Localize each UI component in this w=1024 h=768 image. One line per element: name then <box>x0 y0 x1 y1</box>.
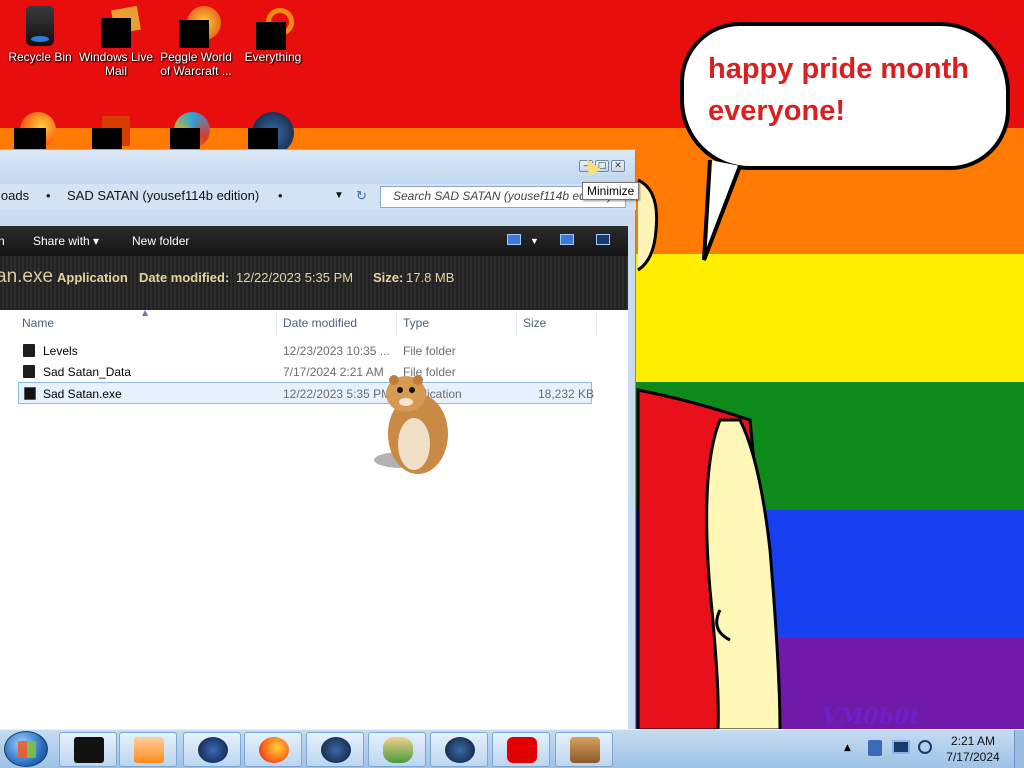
recycle-bin-icon <box>23 6 57 46</box>
date-modified-label: Date modified: <box>139 270 230 285</box>
breadcrumb-downloads[interactable]: loads <box>0 188 29 203</box>
preview-pane-icon[interactable] <box>560 234 574 245</box>
taskbar-button-baldi[interactable] <box>368 732 426 767</box>
command-toolbar: n Share with ▾ New folder ▼ <box>0 226 628 256</box>
taskbar-button-hamster[interactable] <box>555 732 613 767</box>
file-row-sad-satan-data[interactable]: Sad Satan_Data 7/17/2024 2:21 AM File fo… <box>18 361 592 383</box>
show-hidden-icons-icon[interactable]: ▲ <box>844 743 851 753</box>
tray-volume-icon[interactable] <box>918 740 932 754</box>
column-header-name[interactable]: Name <box>22 316 54 330</box>
selected-file-name: an.exe <box>0 266 54 287</box>
file-name: Levels <box>43 344 78 358</box>
desktop-icon-browser[interactable] <box>170 112 214 152</box>
windows-live-mail-icon <box>99 5 141 48</box>
column-header-date[interactable]: Date modified <box>283 316 357 330</box>
column-header-size[interactable]: Size <box>523 316 546 330</box>
sort-arrow-icon: ▲ <box>142 308 149 317</box>
size-value: 17.8 MB <box>406 270 455 285</box>
close-button[interactable]: ✕ <box>611 160 625 172</box>
hamster-icon <box>570 737 600 763</box>
desktop-icon-office[interactable] <box>92 112 136 152</box>
breadcrumb-current-folder[interactable]: SAD SATAN (yousef114b edition) <box>67 188 259 203</box>
breadcrumb-separator[interactable]: • <box>46 188 51 203</box>
address-bar[interactable]: loads • SAD SATAN (yousef114b edition) •… <box>0 184 636 210</box>
speech-bubble: happy pride month everyone! <box>680 22 1010 170</box>
start-button[interactable] <box>4 731 48 767</box>
file-type: File folder <box>403 344 456 358</box>
file-row-levels[interactable]: Levels 12/23/2023 10:35 ... File folder <box>18 340 592 362</box>
tray-flag-icon[interactable] <box>868 740 882 756</box>
open-button[interactable]: n <box>0 234 5 248</box>
taskbar-button-youtube[interactable] <box>492 732 550 767</box>
folder-icon <box>23 344 35 357</box>
size-label: Size: <box>373 270 404 285</box>
desktop-icon-label: Windows Live Mail <box>78 50 154 78</box>
change-view-icon[interactable] <box>507 234 521 245</box>
folder-icon <box>23 365 35 378</box>
desktop-icon-steam[interactable] <box>248 112 296 154</box>
tray-network-icon[interactable] <box>892 740 910 754</box>
desktop-icon-recycle-bin[interactable]: Recycle Bin <box>0 6 80 64</box>
breadcrumb-separator[interactable]: • <box>278 188 283 203</box>
taskbar-button-globe[interactable] <box>183 732 241 767</box>
desktop-icon-peggle[interactable]: Peggle World of Warcraft ... <box>156 6 236 78</box>
selected-file-type: Application <box>57 270 128 285</box>
file-date: 7/17/2024 2:21 AM <box>283 365 384 379</box>
media-icon <box>74 737 104 763</box>
firefox-icon <box>259 737 289 763</box>
clock-time: 2:21 AM <box>950 734 996 748</box>
taskbar-button-steam-2[interactable] <box>430 732 488 767</box>
share-with-button[interactable]: Share with ▾ <box>33 234 99 248</box>
file-name: Sad Satan_Data <box>43 365 132 379</box>
taskbar-button-vlc[interactable] <box>119 732 177 767</box>
everything-icon <box>256 6 294 50</box>
artist-signature: VM0b0t <box>822 704 920 730</box>
details-pane: an.exe Application Date modified: 12/22/… <box>0 256 628 310</box>
system-tray: ▲ <box>844 732 940 767</box>
address-dropdown-icon[interactable]: ▼ <box>334 190 344 201</box>
steam-icon <box>445 737 475 763</box>
desktop-icon-label: Peggle World of Warcraft ... <box>160 50 232 78</box>
desktop-icon-label: Recycle Bin <box>8 50 72 64</box>
steam-icon <box>321 737 351 763</box>
taskbar-button-media[interactable] <box>59 732 117 767</box>
taskbar-button-firefox[interactable] <box>244 732 302 767</box>
hamster-desktop-pet[interactable] <box>372 372 452 476</box>
baldi-icon <box>383 737 413 763</box>
show-desktop-button[interactable] <box>1014 730 1024 768</box>
date-modified-value: 12/22/2023 5:35 PM <box>236 270 354 285</box>
view-dropdown-icon[interactable]: ▼ <box>530 236 539 246</box>
help-icon[interactable] <box>596 234 610 245</box>
clock-date: 7/17/2024 <box>946 750 1000 764</box>
file-name: Sad Satan.exe <box>43 387 122 401</box>
desktop-icon-everything[interactable]: Everything <box>233 6 313 64</box>
desktop-icon-windows-live-mail[interactable]: Windows Live Mail <box>76 5 156 78</box>
globe-icon <box>198 737 228 763</box>
youtube-icon <box>507 737 537 763</box>
column-header-type[interactable]: Type <box>403 316 429 330</box>
explorer-window: ‒ □ ✕ loads • SAD SATAN (yousef114b edit… <box>0 149 636 730</box>
file-date: 12/23/2023 10:35 ... <box>283 344 390 358</box>
window-titlebar[interactable]: ‒ □ ✕ <box>0 150 635 184</box>
speech-bubble-text: happy pride month everyone! <box>708 53 969 127</box>
vlc-icon <box>134 737 164 763</box>
file-list: Name ▲ Date modified Type Size Levels 12… <box>0 308 628 730</box>
application-icon <box>24 387 36 400</box>
file-row-sad-satan-exe[interactable]: Sad Satan.exe 12/22/2023 5:35 PM Applica… <box>18 382 595 404</box>
taskbar-clock[interactable]: 2:21 AM 7/17/2024 <box>938 733 1008 765</box>
refresh-icon[interactable]: ↻ <box>356 188 367 204</box>
file-size: 18,232 KB <box>538 387 595 401</box>
desktop-icon-label: Everything <box>244 50 302 64</box>
new-folder-button[interactable]: New folder <box>132 234 189 248</box>
speech-bubble-tail <box>702 160 742 261</box>
taskbar-button-steam[interactable] <box>306 732 364 767</box>
desktop-icon-firefox[interactable] <box>14 112 58 152</box>
taskbar: ▲ 2:21 AM 7/17/2024 <box>0 729 1024 768</box>
minimize-tooltip: Minimize <box>582 182 640 200</box>
peggle-icon <box>179 6 221 48</box>
